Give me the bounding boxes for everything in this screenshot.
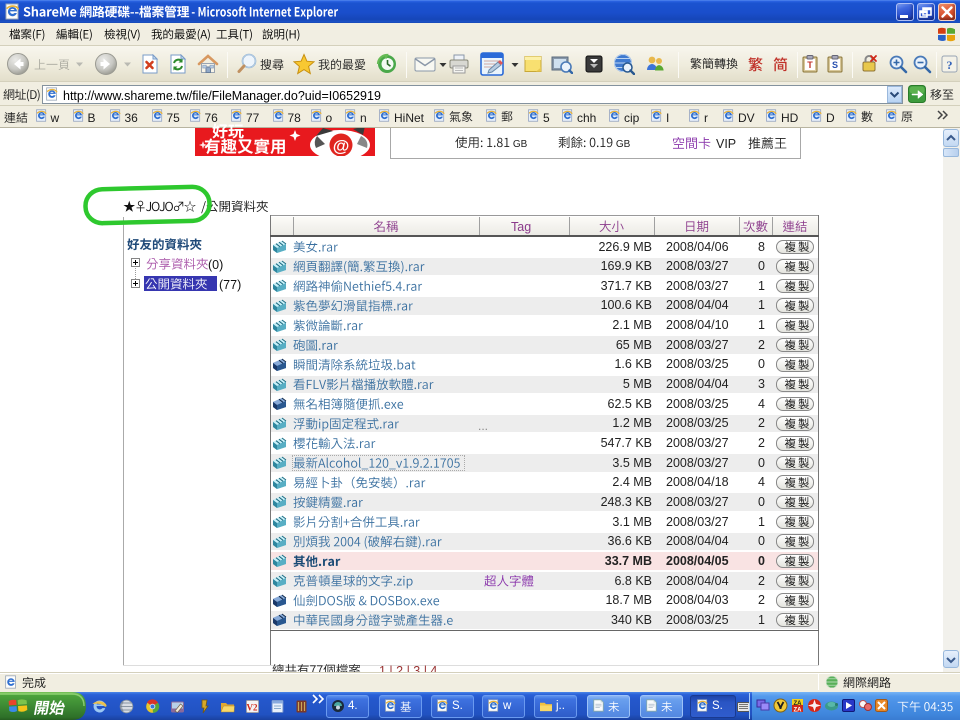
- svg-text:T: T: [807, 60, 813, 70]
- svg-text:ZA: ZA: [794, 708, 803, 714]
- svg-text:@: @: [333, 137, 350, 156]
- svg-text:ZA: ZA: [794, 701, 803, 707]
- svg-text:?: ?: [947, 58, 953, 72]
- svg-text:S: S: [832, 60, 838, 70]
- svg-text:V2: V2: [247, 703, 258, 713]
